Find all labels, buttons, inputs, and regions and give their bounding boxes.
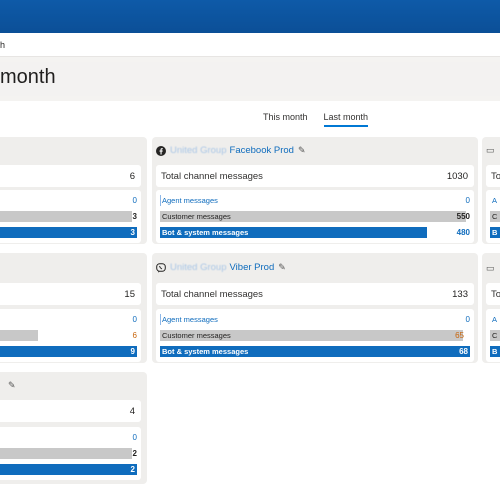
customer-row: Customer messages 65 xyxy=(160,330,470,341)
channel-card-right-top: ▭ To A C B xyxy=(482,137,500,244)
agent-label: Agent messages xyxy=(162,196,218,205)
customer-row: Customer messages 550 xyxy=(160,211,470,222)
breakdown-box: 0 2 2 xyxy=(0,427,141,480)
period-tabs: This month Last month xyxy=(263,112,369,127)
customer-value: 550 xyxy=(456,212,470,221)
breakdown-box: Agent messages 0 Customer messages 65 Bot … xyxy=(156,309,474,362)
agent-value: 0 xyxy=(132,433,137,442)
card-header: United Group Viber Prod ✎ xyxy=(152,253,478,283)
total-value: 133 xyxy=(452,289,468,300)
agent-value: 0 xyxy=(465,196,470,205)
total-label: Total channel messages xyxy=(161,289,263,300)
page-header: month xyxy=(0,62,500,96)
agent-row: 0 xyxy=(0,314,137,325)
breakdown-box: A C B xyxy=(486,190,500,243)
bot-label: Bot & system messages xyxy=(162,228,249,237)
total-label: Total channel messages xyxy=(161,171,263,182)
total-box: Total channel messages 133 xyxy=(156,283,474,305)
edit-bot-icon[interactable]: ✎ xyxy=(8,380,16,391)
chat-icon: ▭ xyxy=(486,145,495,155)
total-box: To xyxy=(486,165,500,187)
page-title: month xyxy=(0,66,56,88)
card-header: United Group Facebook Prod ✎ xyxy=(152,137,478,165)
bot-bar xyxy=(0,227,137,238)
bot-value: 2 xyxy=(130,465,135,474)
edit-bot-icon[interactable]: ✎ xyxy=(298,145,306,156)
customer-bar xyxy=(0,330,38,341)
customer-label: Customer messages xyxy=(162,212,231,221)
customer-bar xyxy=(0,211,132,222)
total-value: 6 xyxy=(129,171,135,182)
channel-card-left-top: 6 0 3 3 xyxy=(0,137,147,244)
breadcrumb-text[interactable]: h xyxy=(0,40,5,50)
customer-bar xyxy=(0,448,132,459)
card-header: ▭ xyxy=(482,137,500,165)
bot-value: 68 xyxy=(459,347,468,356)
total-box: 4 xyxy=(0,400,141,422)
bot-row: Bot & system messages 68 xyxy=(160,346,470,357)
tab-last-month[interactable]: Last month xyxy=(323,112,369,127)
agent-label: Agent messages xyxy=(162,315,218,324)
breadcrumb: h xyxy=(0,33,500,57)
customer-row: 2 xyxy=(0,448,137,459)
total-value: 4 xyxy=(129,406,135,417)
customer-label: Customer messages xyxy=(162,331,231,340)
bot-row: Bot & system messages 480 xyxy=(160,227,470,238)
customer-value: 2 xyxy=(132,449,137,458)
bot-bar xyxy=(0,464,137,475)
bot-row: 3 xyxy=(0,227,137,238)
agent-bar xyxy=(160,314,161,325)
agent-row: 0 xyxy=(0,432,137,443)
customer-row: 6 xyxy=(0,330,137,341)
channel-card-right-mid: ▭ To A C B xyxy=(482,253,500,363)
customer-row: 3 xyxy=(0,211,137,222)
customer-value: 65 xyxy=(455,331,464,340)
total-box: To xyxy=(486,283,500,305)
tab-this-month[interactable]: This month xyxy=(263,112,308,127)
channel-card-facebook: United Group Facebook Prod ✎ Total channel… xyxy=(152,137,478,244)
viber-icon xyxy=(156,263,166,273)
agent-value: 0 xyxy=(132,315,137,324)
customer-value: 6 xyxy=(132,331,137,340)
agent-value: 0 xyxy=(465,315,470,324)
top-app-bar xyxy=(0,0,500,33)
bot-value: 9 xyxy=(130,347,135,356)
total-box: 15 xyxy=(0,283,141,305)
bot-row: 2 xyxy=(0,464,137,475)
channel-card-viber: United Group Viber Prod ✎ Total channel me… xyxy=(152,253,478,363)
breakdown-box: A C B xyxy=(486,309,500,362)
card-title[interactable]: United Group Facebook Prod ✎ xyxy=(170,145,306,156)
bot-row: 9 xyxy=(0,346,137,357)
agent-row: Agent messages 0 xyxy=(160,195,470,206)
total-box: 6 xyxy=(0,165,141,187)
bot-value: 480 xyxy=(456,228,470,237)
total-value: 1030 xyxy=(446,171,468,182)
agent-row: Agent messages 0 xyxy=(160,314,470,325)
agent-value: 0 xyxy=(132,196,137,205)
facebook-icon xyxy=(156,146,166,156)
breakdown-box: Agent messages 0 Customer messages 550 Bot… xyxy=(156,190,474,243)
edit-bot-icon[interactable]: ✎ xyxy=(278,262,286,273)
card-title[interactable]: United Group Viber Prod ✎ xyxy=(170,262,286,273)
card-header: ✎ xyxy=(0,372,147,400)
agent-row: 0 xyxy=(0,195,137,206)
chat-icon: ▭ xyxy=(486,263,495,273)
customer-value: 3 xyxy=(132,212,137,221)
total-box: Total channel messages 1030 xyxy=(156,165,474,187)
card-header: ▭ xyxy=(482,253,500,281)
breakdown-box: 0 3 3 xyxy=(0,190,141,243)
breakdown-box: 0 6 9 xyxy=(0,309,141,362)
bot-bar xyxy=(0,346,137,357)
channel-card-left-mid: 15 0 6 9 xyxy=(0,253,147,363)
agent-bar xyxy=(160,195,161,206)
channel-card-left-bottom: ✎ 4 0 2 2 xyxy=(0,372,147,484)
bot-value: 3 xyxy=(130,228,135,237)
bot-label: Bot & system messages xyxy=(162,347,249,356)
total-value: 15 xyxy=(124,289,135,300)
